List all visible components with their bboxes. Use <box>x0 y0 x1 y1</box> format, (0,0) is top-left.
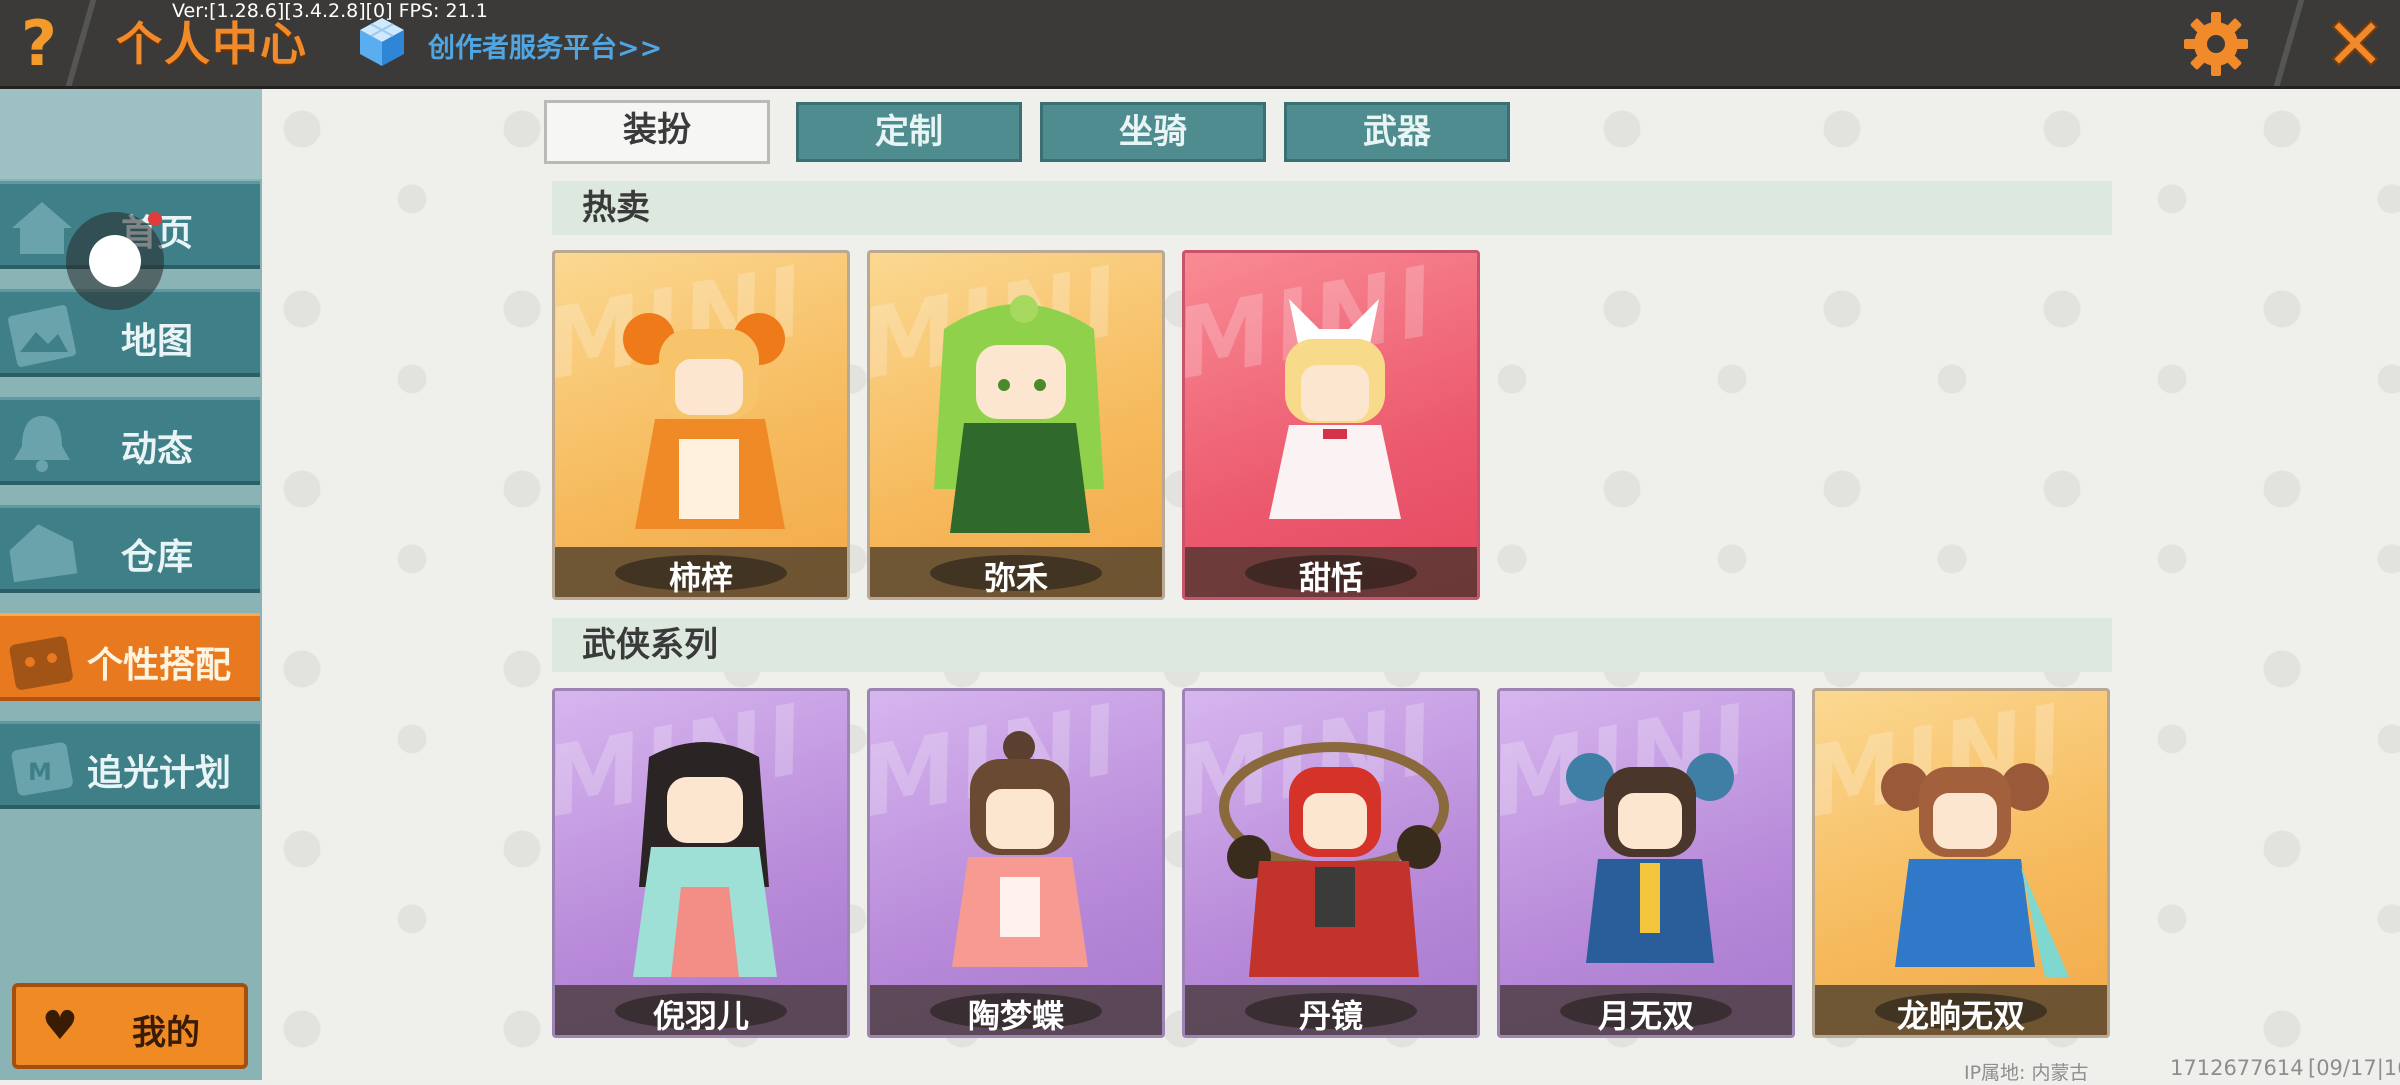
card-name: 倪羽儿 <box>652 997 749 1035</box>
touch-indicator <box>66 212 164 310</box>
card-name: 弥禾 <box>983 559 1048 597</box>
help-button[interactable]: ? <box>0 0 78 86</box>
character-figure-icon <box>1881 763 2069 977</box>
outfit-card[interactable]: MINI 龙晌无双 <box>1812 688 2110 1038</box>
sidebar-item-label: 追光计划 <box>86 753 231 794</box>
character-figure-icon <box>633 742 777 977</box>
outfit-card[interactable]: MINI 丹镜 <box>1182 688 1480 1038</box>
close-button[interactable] <box>2310 0 2400 86</box>
card-name: 柿梓 <box>668 559 733 597</box>
version-text: Ver:[1.28.6][3.4.2.8][0] FPS: 21.1 <box>172 0 488 22</box>
sidebar-header <box>0 89 262 179</box>
outfit-card[interactable]: MINI 陶梦蝶 <box>867 688 1165 1038</box>
card-name: 甜恬 <box>1298 559 1363 597</box>
card-namebar: 丹镜 <box>1185 985 1477 1035</box>
card-name: 陶梦蝶 <box>967 997 1064 1035</box>
close-icon <box>2331 19 2379 67</box>
tab-dressup[interactable]: 装扮 <box>544 100 770 164</box>
mine-button-label: 我的 <box>132 1013 200 1053</box>
section-title-hot: 热卖 <box>552 181 2112 235</box>
card-namebar: 弥禾 <box>870 547 1162 597</box>
sidebar-item-label: 个性搭配 <box>86 645 231 686</box>
help-icon: ? <box>21 6 57 80</box>
card-namebar: 甜恬 <box>1185 547 1477 597</box>
mine-button[interactable]: ♥ 我的 <box>12 983 248 1069</box>
character-figure-icon <box>952 731 1088 967</box>
sidebar-item-outfit[interactable]: 个性搭配 <box>0 613 260 701</box>
sidebar-item-label: 动态 <box>120 429 193 470</box>
character-figure-icon <box>1566 753 1734 963</box>
top-bar: ? 个人中心 Ver:[1.28.6][3.4.2.8][0] FPS: 21.… <box>0 0 2400 89</box>
sidebar-item-warehouse[interactable]: 仓库 <box>0 505 260 593</box>
outfit-card[interactable]: MINI 月无双 <box>1497 688 1795 1038</box>
card-namebar: 陶梦蝶 <box>870 985 1162 1035</box>
creator-platform-link[interactable]: 创作者服务平台>> <box>428 26 662 65</box>
heart-icon: ♥ <box>42 1003 78 1049</box>
section-title-wuxia: 武侠系列 <box>552 618 2112 672</box>
character-figure-icon <box>623 313 785 529</box>
sidebar-item-label: 仓库 <box>120 537 193 578</box>
ip-location-text: IP属地: 内蒙古 <box>1964 1062 2089 1084</box>
creator-cube-icon[interactable] <box>358 16 406 68</box>
card-name: 丹镜 <box>1298 997 1363 1035</box>
character-figure-icon <box>1219 742 1449 977</box>
gear-icon[interactable] <box>2180 8 2252 80</box>
sidebar-item-light-chase[interactable]: M 追光计划 <box>0 721 260 809</box>
sidebar-item-label: 地图 <box>120 321 193 362</box>
outfit-card[interactable]: MINI 弥禾 <box>867 250 1165 600</box>
notification-dot <box>148 212 162 226</box>
character-figure-icon <box>934 295 1104 533</box>
outfit-card[interactable]: MINI 柿梓 <box>552 250 850 600</box>
user-id-text: 1712677614 <box>2170 1056 2304 1080</box>
character-figure-icon <box>1269 299 1401 519</box>
card-name: 龙晌无双 <box>1896 997 2025 1035</box>
sidebar-item-feed[interactable]: 动态 <box>0 397 260 485</box>
date-text: [09/17|16 <box>2308 1056 2400 1080</box>
divider <box>2273 0 2305 86</box>
outfit-card[interactable]: MINI 甜恬 <box>1182 250 1480 600</box>
card-namebar: 柿梓 <box>555 547 847 597</box>
card-namebar: 龙晌无双 <box>1815 985 2107 1035</box>
tab-mount[interactable]: 坐骑 <box>1040 102 1266 162</box>
tab-weapon[interactable]: 武器 <box>1284 102 1510 162</box>
outfit-card[interactable]: MINI 倪羽儿 <box>552 688 850 1038</box>
card-name: 月无双 <box>1597 997 1694 1035</box>
card-namebar: 月无双 <box>1500 985 1792 1035</box>
card-namebar: 倪羽儿 <box>555 985 847 1035</box>
tab-custom[interactable]: 定制 <box>796 102 1022 162</box>
